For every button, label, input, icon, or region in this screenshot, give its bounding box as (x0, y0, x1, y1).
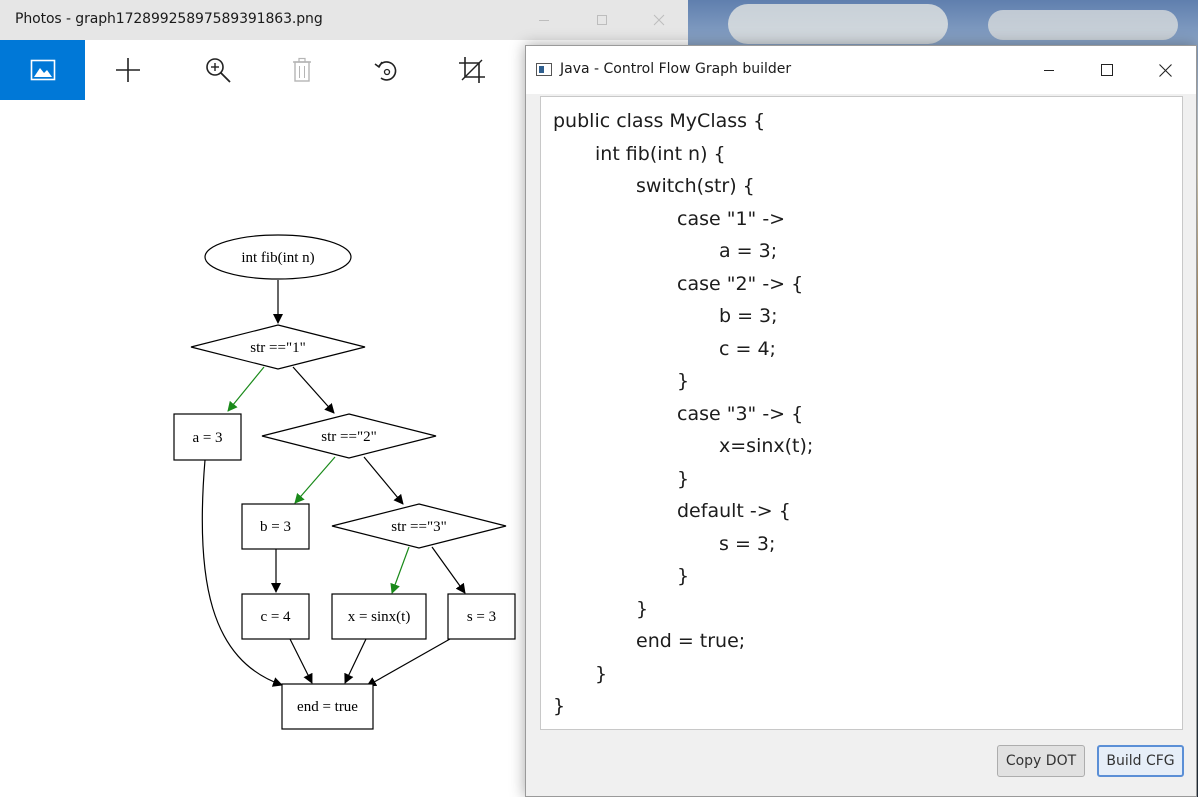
graph-node-statement: a = 3 (173, 413, 242, 461)
code-line: } (677, 370, 690, 392)
copy-dot-button[interactable]: Copy DOT (997, 745, 1085, 777)
add-icon (115, 58, 140, 82)
node-label: s = 3 (467, 609, 496, 625)
node-label: x = sinx(t) (348, 609, 411, 625)
graph-node-start: int fib(int n) (204, 234, 352, 280)
code-line: } (553, 695, 566, 717)
image-icon (30, 59, 55, 81)
graph-node-decision: str =="1" (190, 324, 366, 370)
add-button[interactable] (85, 40, 170, 100)
graph-node-decision: str =="3" (331, 503, 507, 549)
close-button[interactable] (1136, 46, 1194, 94)
node-label: b = 3 (260, 519, 291, 535)
node-label: c = 4 (260, 609, 291, 625)
photos-window-title: Photos - graph17289925897589391863.png (15, 11, 323, 27)
node-label: int fib(int n) (241, 250, 314, 266)
graph-node-statement: b = 3 (241, 503, 310, 550)
code-line: s = 3; (719, 533, 776, 555)
code-line: case "3" -> { (677, 403, 804, 425)
close-icon (1158, 63, 1172, 77)
code-line: case "1" -> (677, 208, 786, 230)
edge (431, 546, 466, 594)
code-line: } (677, 468, 690, 490)
minimize-button[interactable] (1020, 46, 1078, 94)
code-line: } (636, 598, 649, 620)
code-line: public class MyClass { (553, 110, 766, 132)
rotate-icon (374, 61, 396, 81)
code-line: default -> { (677, 500, 791, 522)
graph-node-decision: str =="2" (261, 413, 437, 459)
app-icon (536, 63, 552, 76)
photos-titlebar: Photos - graph17289925897589391863.png (0, 0, 688, 40)
code-line: int fib(int n) { (595, 143, 726, 165)
zoom-in-icon (205, 58, 231, 83)
close-button[interactable] (630, 0, 688, 40)
node-label: str =="1" (250, 340, 305, 356)
java-window-title: Java - Control Flow Graph builder (560, 61, 792, 77)
delete-button[interactable] (259, 40, 344, 100)
code-line: b = 3; (719, 305, 778, 327)
minimize-icon (539, 20, 549, 21)
node-label: end = true (297, 699, 358, 715)
code-line: x=sinx(t); (719, 435, 814, 457)
minimize-icon (1044, 70, 1054, 71)
code-line: switch(str) { (636, 175, 755, 197)
java-titlebar: Java - Control Flow Graph builder (526, 46, 1196, 94)
minimize-button[interactable] (515, 0, 573, 40)
edge-true (227, 366, 265, 412)
edge (366, 638, 451, 687)
code-line: } (595, 663, 608, 685)
edge (363, 456, 404, 505)
cloud (728, 4, 948, 44)
graph-node-end: end = true (281, 683, 374, 730)
code-editor[interactable]: public class MyClass { int fib(int n) { … (540, 96, 1183, 730)
maximize-button[interactable] (1078, 46, 1136, 94)
node-label: str =="3" (391, 519, 446, 535)
edge (344, 638, 367, 684)
edge (201, 459, 283, 687)
edge (292, 366, 335, 414)
crop-icon (458, 57, 485, 83)
code-line: case "2" -> { (677, 273, 804, 295)
edge (289, 638, 313, 684)
build-cfg-button[interactable]: Build CFG (1097, 745, 1184, 777)
code-line: end = true; (636, 630, 746, 652)
crop-button[interactable] (429, 40, 514, 100)
view-image-button[interactable] (0, 40, 85, 100)
rotate-button[interactable] (344, 40, 429, 100)
code-line: a = 3; (719, 240, 778, 262)
maximize-button[interactable] (573, 0, 631, 40)
code-line: } (677, 565, 690, 587)
edge-true (390, 546, 410, 594)
zoom-in-button[interactable] (175, 40, 260, 100)
maximize-icon (1101, 64, 1113, 76)
graph-node-statement: c = 4 (241, 593, 310, 640)
graph-node-statement: x = sinx(t) (331, 593, 427, 640)
node-label: a = 3 (192, 430, 222, 446)
graph-node-statement: s = 3 (447, 593, 516, 640)
maximize-icon (597, 15, 607, 25)
cloud (988, 10, 1178, 40)
java-window: Java - Control Flow Graph builder public… (525, 45, 1197, 797)
close-icon (653, 14, 665, 26)
delete-icon (292, 57, 311, 82)
code-line: c = 4; (719, 338, 776, 360)
edge-true (294, 456, 336, 504)
node-label: str =="2" (321, 429, 376, 445)
